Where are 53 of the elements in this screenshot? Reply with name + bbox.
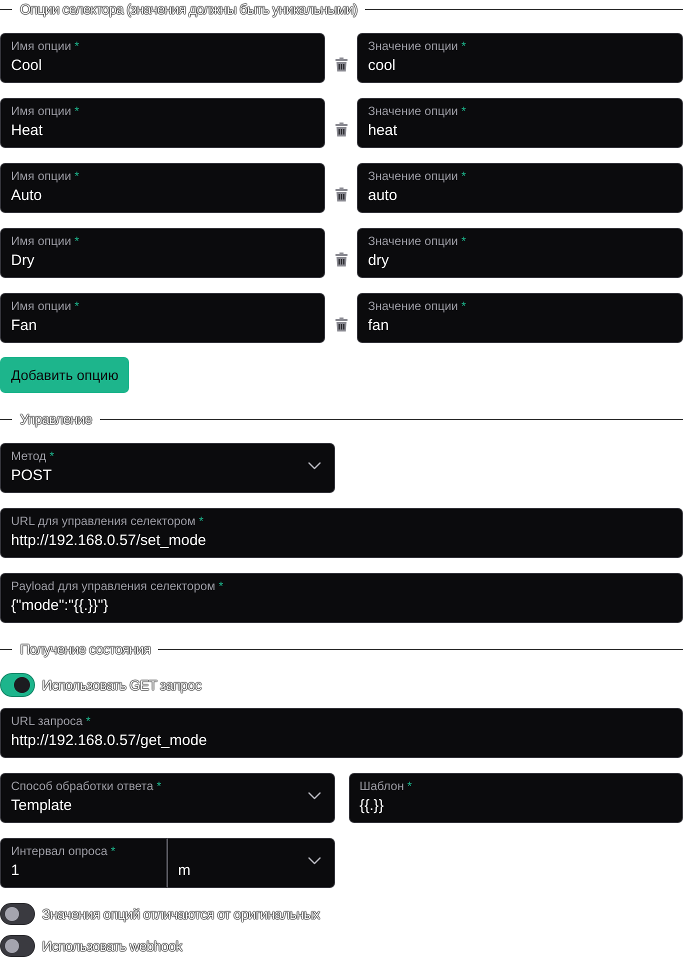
field-label: Значение опции *	[368, 168, 468, 184]
option-value-field[interactable]: Значение опции * dry	[357, 228, 683, 278]
method-select[interactable]: Метод * POST	[0, 443, 334, 493]
field-label: URL запроса *	[11, 713, 92, 729]
section-title: Управление	[19, 410, 94, 428]
field-label: Значение опции *	[368, 233, 468, 249]
toggle-label: Значения опций отличаются от оригинальных	[42, 905, 320, 923]
option-value-field[interactable]: Значение опции * auto	[357, 163, 683, 213]
option-name-field[interactable]: Имя опции * Cool	[0, 33, 325, 83]
chevron-down-icon	[308, 792, 320, 800]
chevron-down-icon	[308, 462, 320, 470]
trash-icon[interactable]	[334, 187, 348, 202]
field-label: Имя опции *	[11, 168, 80, 184]
field-label: Метод *	[11, 448, 56, 464]
field-label: Payload для управления селектором *	[11, 578, 224, 594]
option-value-field[interactable]: Значение опции * heat	[357, 98, 683, 148]
option-value-field[interactable]: Значение опции * fan	[357, 293, 683, 343]
field-label: Имя опции *	[11, 103, 80, 119]
add-option-button[interactable]: Добавить опцию	[0, 357, 130, 393]
field-label: URL для управления селектором *	[11, 513, 204, 529]
field-label: Способ обработки ответа *	[11, 778, 162, 794]
field-label: Значение опции *	[368, 38, 468, 54]
toggle-switch[interactable]	[0, 935, 35, 957]
trash-icon[interactable]	[334, 57, 348, 72]
request-url-field[interactable]: URL запроса * http://192.168.0.57/get_mode	[0, 708, 683, 758]
field-label: Имя опции *	[11, 298, 80, 314]
field-label: Интервал опроса *	[11, 843, 116, 859]
option-name-field[interactable]: Имя опции * Dry	[0, 228, 325, 278]
response-mode-select[interactable]: Способ обработки ответа * Template	[0, 773, 334, 823]
section-title: Получение состояния	[19, 640, 152, 658]
url-field[interactable]: URL для управления селектором * http://192.168.0.57/set_mode	[0, 508, 683, 558]
section-title: Опции селектора (значения должны быть уникальными)	[19, 0, 358, 18]
toggle-label: Использовать GET запрос	[42, 676, 202, 694]
payload-field[interactable]: Payload для управления селектором * {"mode":"{{.}}"}	[0, 573, 683, 623]
trash-icon[interactable]	[334, 252, 348, 267]
interval-field[interactable]: Интервал опроса * 1	[0, 838, 167, 888]
chevron-down-icon	[308, 857, 320, 865]
template-field[interactable]: Шаблон * {{.}}	[348, 773, 683, 823]
toggle-label: Использовать webhook	[42, 937, 182, 955]
option-name-field[interactable]: Имя опции * Fan	[0, 293, 325, 343]
field-label: Значение опции *	[368, 298, 468, 314]
field-label: Значение опции *	[368, 103, 468, 119]
field-label: Имя опции *	[11, 233, 80, 249]
trash-icon[interactable]	[334, 317, 348, 332]
option-value-field[interactable]: Значение опции * cool	[357, 33, 683, 83]
trash-icon[interactable]	[334, 122, 348, 137]
option-name-field[interactable]: Имя опции * Heat	[0, 98, 325, 148]
field-label: Имя опции *	[11, 38, 80, 54]
toggle-switch[interactable]	[0, 903, 35, 925]
toggle-switch[interactable]	[0, 673, 35, 697]
field-label: Шаблон *	[360, 778, 413, 794]
unit-select[interactable]: m	[167, 838, 334, 888]
option-name-field[interactable]: Имя опции * Auto	[0, 163, 325, 213]
